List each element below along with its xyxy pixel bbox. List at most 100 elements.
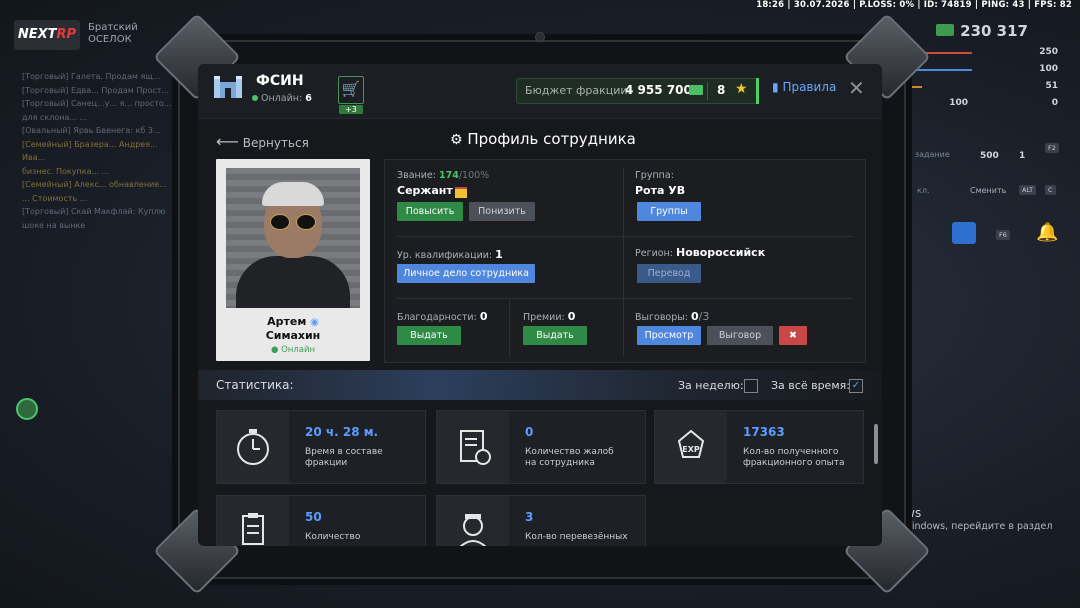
give-thanks-button[interactable]: Выдать	[397, 326, 461, 345]
server-line-2: ОСЕЛОК	[88, 34, 132, 45]
chat-log: [Торговый] Галета. Продам ящ... [Торговы…	[22, 70, 172, 232]
key-alt: ALT	[1019, 185, 1037, 195]
stat-tile-experience: EXP 17363 Кол-во полученного фракционного…	[654, 410, 864, 484]
reprimands-value: 0	[691, 310, 699, 323]
cash-icon	[936, 24, 954, 36]
exp-badge-icon: EXP	[655, 411, 727, 483]
divider-vertical	[509, 300, 510, 356]
region-label: Регион:	[635, 248, 673, 259]
reprimand-button[interactable]: Выговор	[707, 326, 773, 345]
faction-panel: ФСИН Онлайн: 6 🛒 +3 Бюджет фракции: 4 95…	[198, 64, 882, 546]
stat-value: 3	[525, 510, 534, 524]
stat-desc-line: фракционного опыта	[743, 458, 845, 468]
player-money: 230 317	[960, 22, 1028, 40]
budget-label: Бюджет фракции:	[525, 84, 632, 97]
back-button[interactable]: ⟵ Вернуться	[216, 132, 309, 151]
rank-label-row: Звание: 174/100%	[397, 170, 489, 181]
promote-button[interactable]: Повысить	[397, 202, 463, 221]
task-reward-item: 1	[1019, 151, 1026, 161]
demote-button[interactable]: Понизить	[469, 202, 535, 221]
tablet-camera	[535, 32, 545, 42]
groups-button[interactable]: Группы	[637, 202, 701, 221]
prisoner-icon	[437, 496, 509, 546]
task-reward-money: 500	[980, 151, 999, 161]
switch-label: Сменить	[970, 186, 1007, 195]
reprimands-max: /3	[698, 310, 710, 323]
chat-line: бизнес. Покупка... ...	[22, 166, 110, 176]
rank-label: Звание:	[397, 170, 436, 181]
logo-next: NEXT	[17, 27, 57, 42]
chat-line: [Семейный] Бразера... Андрея... Ива...	[22, 139, 158, 163]
clipboard-icon	[217, 496, 289, 546]
health-value: 250	[1039, 47, 1058, 57]
cash-icon	[689, 85, 703, 95]
faction-online: Онлайн: 6	[252, 93, 312, 104]
group-value: Рота УВ	[635, 184, 686, 197]
shop-cart-button[interactable]: 🛒 +3	[338, 76, 364, 114]
logo-rp: RP	[56, 27, 77, 42]
rules-label: Правила	[782, 80, 837, 94]
bonuses-row: Премии: 0	[523, 310, 575, 323]
group-label: Группа:	[635, 170, 674, 181]
fsin-building-icon	[214, 76, 242, 98]
photo-cap	[262, 182, 324, 206]
cart-icon: 🛒	[341, 80, 361, 98]
week-checkbox[interactable]	[744, 379, 758, 393]
star-icon: ★	[735, 81, 748, 97]
rules-link[interactable]: ▮ Правила	[772, 80, 836, 94]
bonuses-value: 0	[567, 310, 576, 323]
divider-horizontal	[397, 236, 853, 237]
stat-value: 20 ч. 28 м.	[305, 425, 379, 439]
transfer-button[interactable]: Перевод	[637, 264, 701, 283]
thanks-label: Благодарности:	[397, 312, 477, 323]
stat-value: 17363	[743, 425, 785, 439]
rank-progress: 174	[438, 170, 459, 181]
thanks-row: Благодарности: 0	[397, 310, 487, 323]
faction-name: ФСИН	[256, 73, 304, 89]
give-bonus-button[interactable]: Выдать	[523, 326, 587, 345]
online-count: 6	[305, 93, 312, 104]
stat-desc-line: Количество жалоб	[525, 447, 614, 457]
stat-desc-line: Кол-во перевезённых	[525, 532, 628, 542]
thanks-value: 0	[479, 310, 488, 323]
stat-desc-line: Количество	[305, 532, 361, 542]
notification-bell-icon[interactable]: 🔔	[1036, 222, 1058, 243]
stat-value: 50	[305, 510, 322, 524]
employee-status-label: Онлайн	[281, 345, 316, 355]
all-time-checkbox[interactable]: ✓	[849, 379, 863, 393]
stat-desc-line: Время в составе	[305, 447, 383, 457]
divider-vertical	[623, 168, 624, 356]
employee-status: ● Онлайн	[216, 345, 370, 355]
qualification-label: Ур. квалификации:	[397, 250, 493, 261]
personal-file-button[interactable]: Личное дело сотрудника	[397, 264, 535, 283]
map-marker-icon	[16, 398, 38, 420]
remove-user-button[interactable]: ✖	[779, 326, 807, 345]
chat-line: [Овальный] Ярвь Бвенега: кб 3...	[22, 126, 161, 135]
calendar-icon[interactable]	[952, 222, 976, 244]
rules-book-icon: ▮	[772, 80, 779, 94]
server-name: Братский ОСЕЛОК	[88, 22, 138, 46]
budget-divider	[707, 82, 708, 100]
online-dot-icon: ●	[270, 345, 279, 355]
region-value: Новороссийск	[676, 246, 766, 259]
employee-card: Артем ◉ Симахин ● Онлайн	[216, 159, 370, 361]
page-title: ⚙ Профиль сотрудника	[450, 130, 636, 148]
gear-icon: ⚙	[450, 132, 463, 148]
stat-desc: Кол-во полученного фракционного опыта	[743, 447, 844, 469]
region-row: Регион: Новороссийск	[635, 246, 765, 259]
stats-label: Статистика:	[216, 378, 294, 392]
view-reprimands-button[interactable]: Просмотр	[637, 326, 701, 345]
game-logo: NEXTRP	[14, 20, 80, 50]
stat-desc: Кол-во перевезённых	[525, 532, 628, 543]
back-label: Вернуться	[242, 136, 309, 150]
hunger-value: 51	[1045, 81, 1058, 91]
employee-name: Артем ◉ Симахин	[216, 315, 370, 342]
wanted-value: 0	[1051, 98, 1058, 108]
stat-tile-complaints: 0 Количество жалоб на сотрудника	[436, 410, 646, 484]
close-button[interactable]: ✕	[848, 76, 865, 100]
stat-value: 0	[525, 425, 534, 439]
online-label: Онлайн:	[261, 93, 303, 104]
employee-photo	[226, 168, 360, 308]
stats-scrollbar[interactable]	[874, 424, 878, 464]
key-f2: F2	[1045, 143, 1059, 153]
